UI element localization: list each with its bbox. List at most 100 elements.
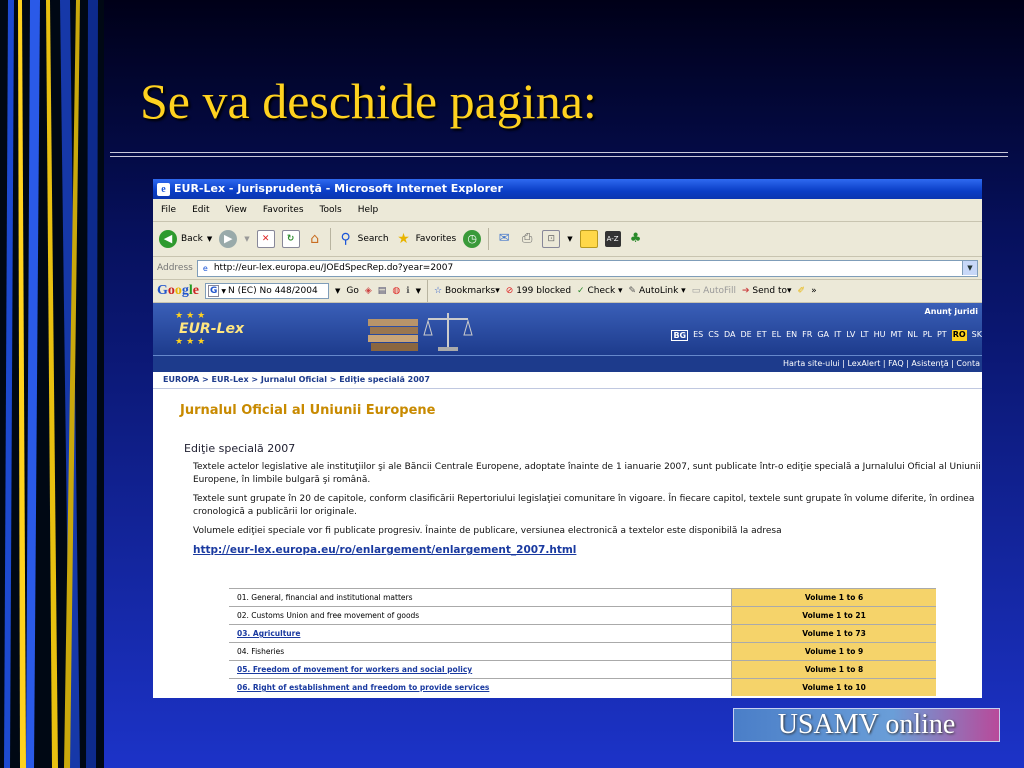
ie-icon: e — [157, 182, 170, 196]
edit-icon[interactable]: ⊡ — [542, 230, 561, 248]
chapter-volume[interactable]: Volume 1 to 73 — [731, 624, 936, 643]
print-icon[interactable]: ⎙ — [519, 231, 535, 247]
chapter-name: 01. General, financial and institutional… — [229, 588, 732, 607]
lang-it[interactable]: IT — [834, 330, 841, 341]
chapter-link[interactable]: 03. Agriculture — [229, 624, 732, 643]
menu-favorites[interactable]: Favorites — [263, 205, 304, 215]
blocked-label: 199 blocked — [516, 286, 572, 296]
legal-notice-link[interactable]: Anunţ juridi — [925, 307, 978, 316]
lang-ro[interactable]: RO — [951, 330, 967, 341]
chapter-volume[interactable]: Volume 1 to 10 — [731, 678, 936, 696]
chapter-volume[interactable]: Volume 1 to 21 — [731, 606, 936, 625]
eurlex-banner: ★★★ EUR-Lex ★★★ Anunţ juridi BG ES CS DA… — [153, 303, 982, 355]
info-dropdown-icon[interactable]: ▼ — [416, 287, 421, 295]
lang-bg[interactable]: BG — [671, 330, 689, 341]
lang-nl[interactable]: NL — [907, 330, 917, 341]
google-go-button[interactable]: Go — [346, 286, 358, 296]
lang-el[interactable]: EL — [772, 330, 782, 341]
table-row: 02. Customs Union and free movement of g… — [229, 606, 936, 625]
autofill-button[interactable]: ▭ AutoFill — [692, 286, 736, 296]
spell-icon[interactable]: ◍ — [392, 286, 400, 296]
menu-edit[interactable]: Edit — [192, 205, 209, 215]
info-icon[interactable]: ℹ — [406, 286, 409, 296]
sendto-label: Send to — [752, 286, 787, 296]
menu-view[interactable]: View — [226, 205, 247, 215]
notes-icon[interactable] — [579, 230, 598, 248]
page-heading: Jurnalul Oficial al Uniunii Europene — [180, 403, 436, 418]
dropdown-arrow-icon: ▼ — [206, 235, 213, 243]
home-icon[interactable]: ⌂ — [307, 231, 323, 247]
page-rank-icon[interactable]: ▤ — [378, 286, 387, 296]
spellcheck-button[interactable]: ✓ Check ▾ — [577, 286, 623, 296]
favorites-button[interactable]: ★ Favorites — [396, 231, 456, 247]
google-logo: Google — [157, 283, 199, 298]
stop-icon[interactable]: ✕ — [256, 230, 275, 248]
lang-ga[interactable]: GA — [817, 330, 829, 341]
translate-icon[interactable]: A-Z — [604, 231, 621, 247]
google-query: N (EC) No 448/2004 — [228, 286, 318, 296]
search-button[interactable]: ⚲ Search — [338, 231, 389, 247]
google-toolbar: Google G ▼ N (EC) No 448/2004 ▼ Go ◈ ▤ ◍… — [153, 280, 982, 303]
lang-lv[interactable]: LV — [846, 330, 855, 341]
table-row: 03. Agriculture Volume 1 to 73 — [229, 624, 936, 643]
forward-dropdown-icon[interactable]: ▼ — [244, 235, 249, 243]
highlighter-icon[interactable]: ✐ — [798, 286, 806, 296]
chapter-volume[interactable]: Volume 1 to 9 — [731, 642, 936, 661]
chapter-link[interactable]: 06. Right of establishment and freedom t… — [229, 678, 732, 696]
lang-pl[interactable]: PL — [923, 330, 932, 341]
history-icon[interactable]: ◷ — [463, 230, 482, 248]
chapter-volume[interactable]: Volume 1 to 6 — [731, 588, 936, 607]
refresh-icon[interactable]: ↻ — [281, 230, 300, 248]
chapter-link[interactable]: 05. Freedom of movement for workers and … — [229, 660, 732, 679]
more-chevron-icon[interactable]: » — [811, 286, 817, 296]
sendto-button[interactable]: ➔ Send to▾ — [742, 286, 792, 296]
menu-help[interactable]: Help — [358, 205, 379, 215]
enlargement-link[interactable]: http://eur-lex.europa.eu/ro/enlargement/… — [193, 544, 982, 556]
lang-mt[interactable]: MT — [890, 330, 902, 341]
google-dropdown-icon[interactable]: ▼ — [335, 287, 340, 295]
breadcrumb[interactable]: EUROPA > EUR-Lex > Jurnalul Oficial > Ed… — [153, 372, 982, 389]
site-top-links[interactable]: Harta site-ului | LexAlert | FAQ | Asist… — [153, 355, 982, 372]
google-g-icon: G — [208, 285, 220, 297]
publication-paragraph: Volumele ediţiei speciale vor fi publica… — [193, 526, 782, 536]
dropdown-arrow-icon: ▼ — [221, 287, 227, 295]
forward-arrow-icon[interactable]: ▶ — [219, 230, 238, 248]
messenger-icon[interactable]: ♣ — [628, 231, 644, 247]
menu-file[interactable]: File — [161, 205, 176, 215]
lang-es[interactable]: ES — [693, 330, 703, 341]
lang-cs[interactable]: CS — [708, 330, 719, 341]
lang-en[interactable]: EN — [786, 330, 797, 341]
language-selector: BG ES CS DA DE ET EL EN FR GA IT LV LT H… — [671, 330, 982, 341]
lang-sk[interactable]: SK — [972, 330, 982, 341]
lang-et[interactable]: ET — [757, 330, 767, 341]
table-row: 04. Fisheries Volume 1 to 9 — [229, 642, 936, 661]
popup-blocker-button[interactable]: ⊘ 199 blocked — [506, 286, 571, 296]
lang-hu[interactable]: HU — [874, 330, 886, 341]
back-button[interactable]: ◀ Back ▼ — [159, 230, 212, 248]
lang-pt[interactable]: PT — [937, 330, 947, 341]
page-icon: e — [202, 263, 208, 273]
lang-fr[interactable]: FR — [802, 330, 812, 341]
lang-de[interactable]: DE — [740, 330, 751, 341]
mail-icon[interactable]: ✉ — [496, 231, 512, 247]
address-dropdown-icon[interactable]: ▼ — [962, 261, 977, 275]
toolbar-separator — [329, 228, 331, 250]
table-row: 01. General, financial and institutional… — [229, 588, 936, 607]
lang-lt[interactable]: LT — [860, 330, 868, 341]
edit-dropdown-icon[interactable]: ▼ — [567, 235, 572, 243]
chapters-table: 01. General, financial and institutional… — [229, 588, 936, 696]
autofill-label: AutoFill — [703, 286, 736, 296]
address-input[interactable]: e http://eur-lex.europa.eu/JOEdSpecRep.d… — [196, 259, 978, 277]
check-label: Check — [587, 286, 616, 296]
lang-da[interactable]: DA — [724, 330, 736, 341]
title-divider-secondary — [110, 156, 1008, 157]
chapter-volume[interactable]: Volume 1 to 8 — [731, 660, 936, 679]
check-icon: ✓ — [577, 286, 585, 296]
bookmarks-button[interactable]: ☆ Bookmarks▾ — [434, 286, 500, 296]
autolink-button[interactable]: ✎ AutoLink ▾ — [629, 286, 686, 296]
google-search-input[interactable]: G ▼ N (EC) No 448/2004 — [205, 283, 329, 299]
news-icon[interactable]: ◈ — [365, 286, 372, 296]
bookmarks-label: Bookmarks — [444, 286, 496, 296]
eurlex-logo[interactable]: ★★★ EUR-Lex ★★★ — [175, 311, 255, 347]
menu-tools[interactable]: Tools — [320, 205, 342, 215]
